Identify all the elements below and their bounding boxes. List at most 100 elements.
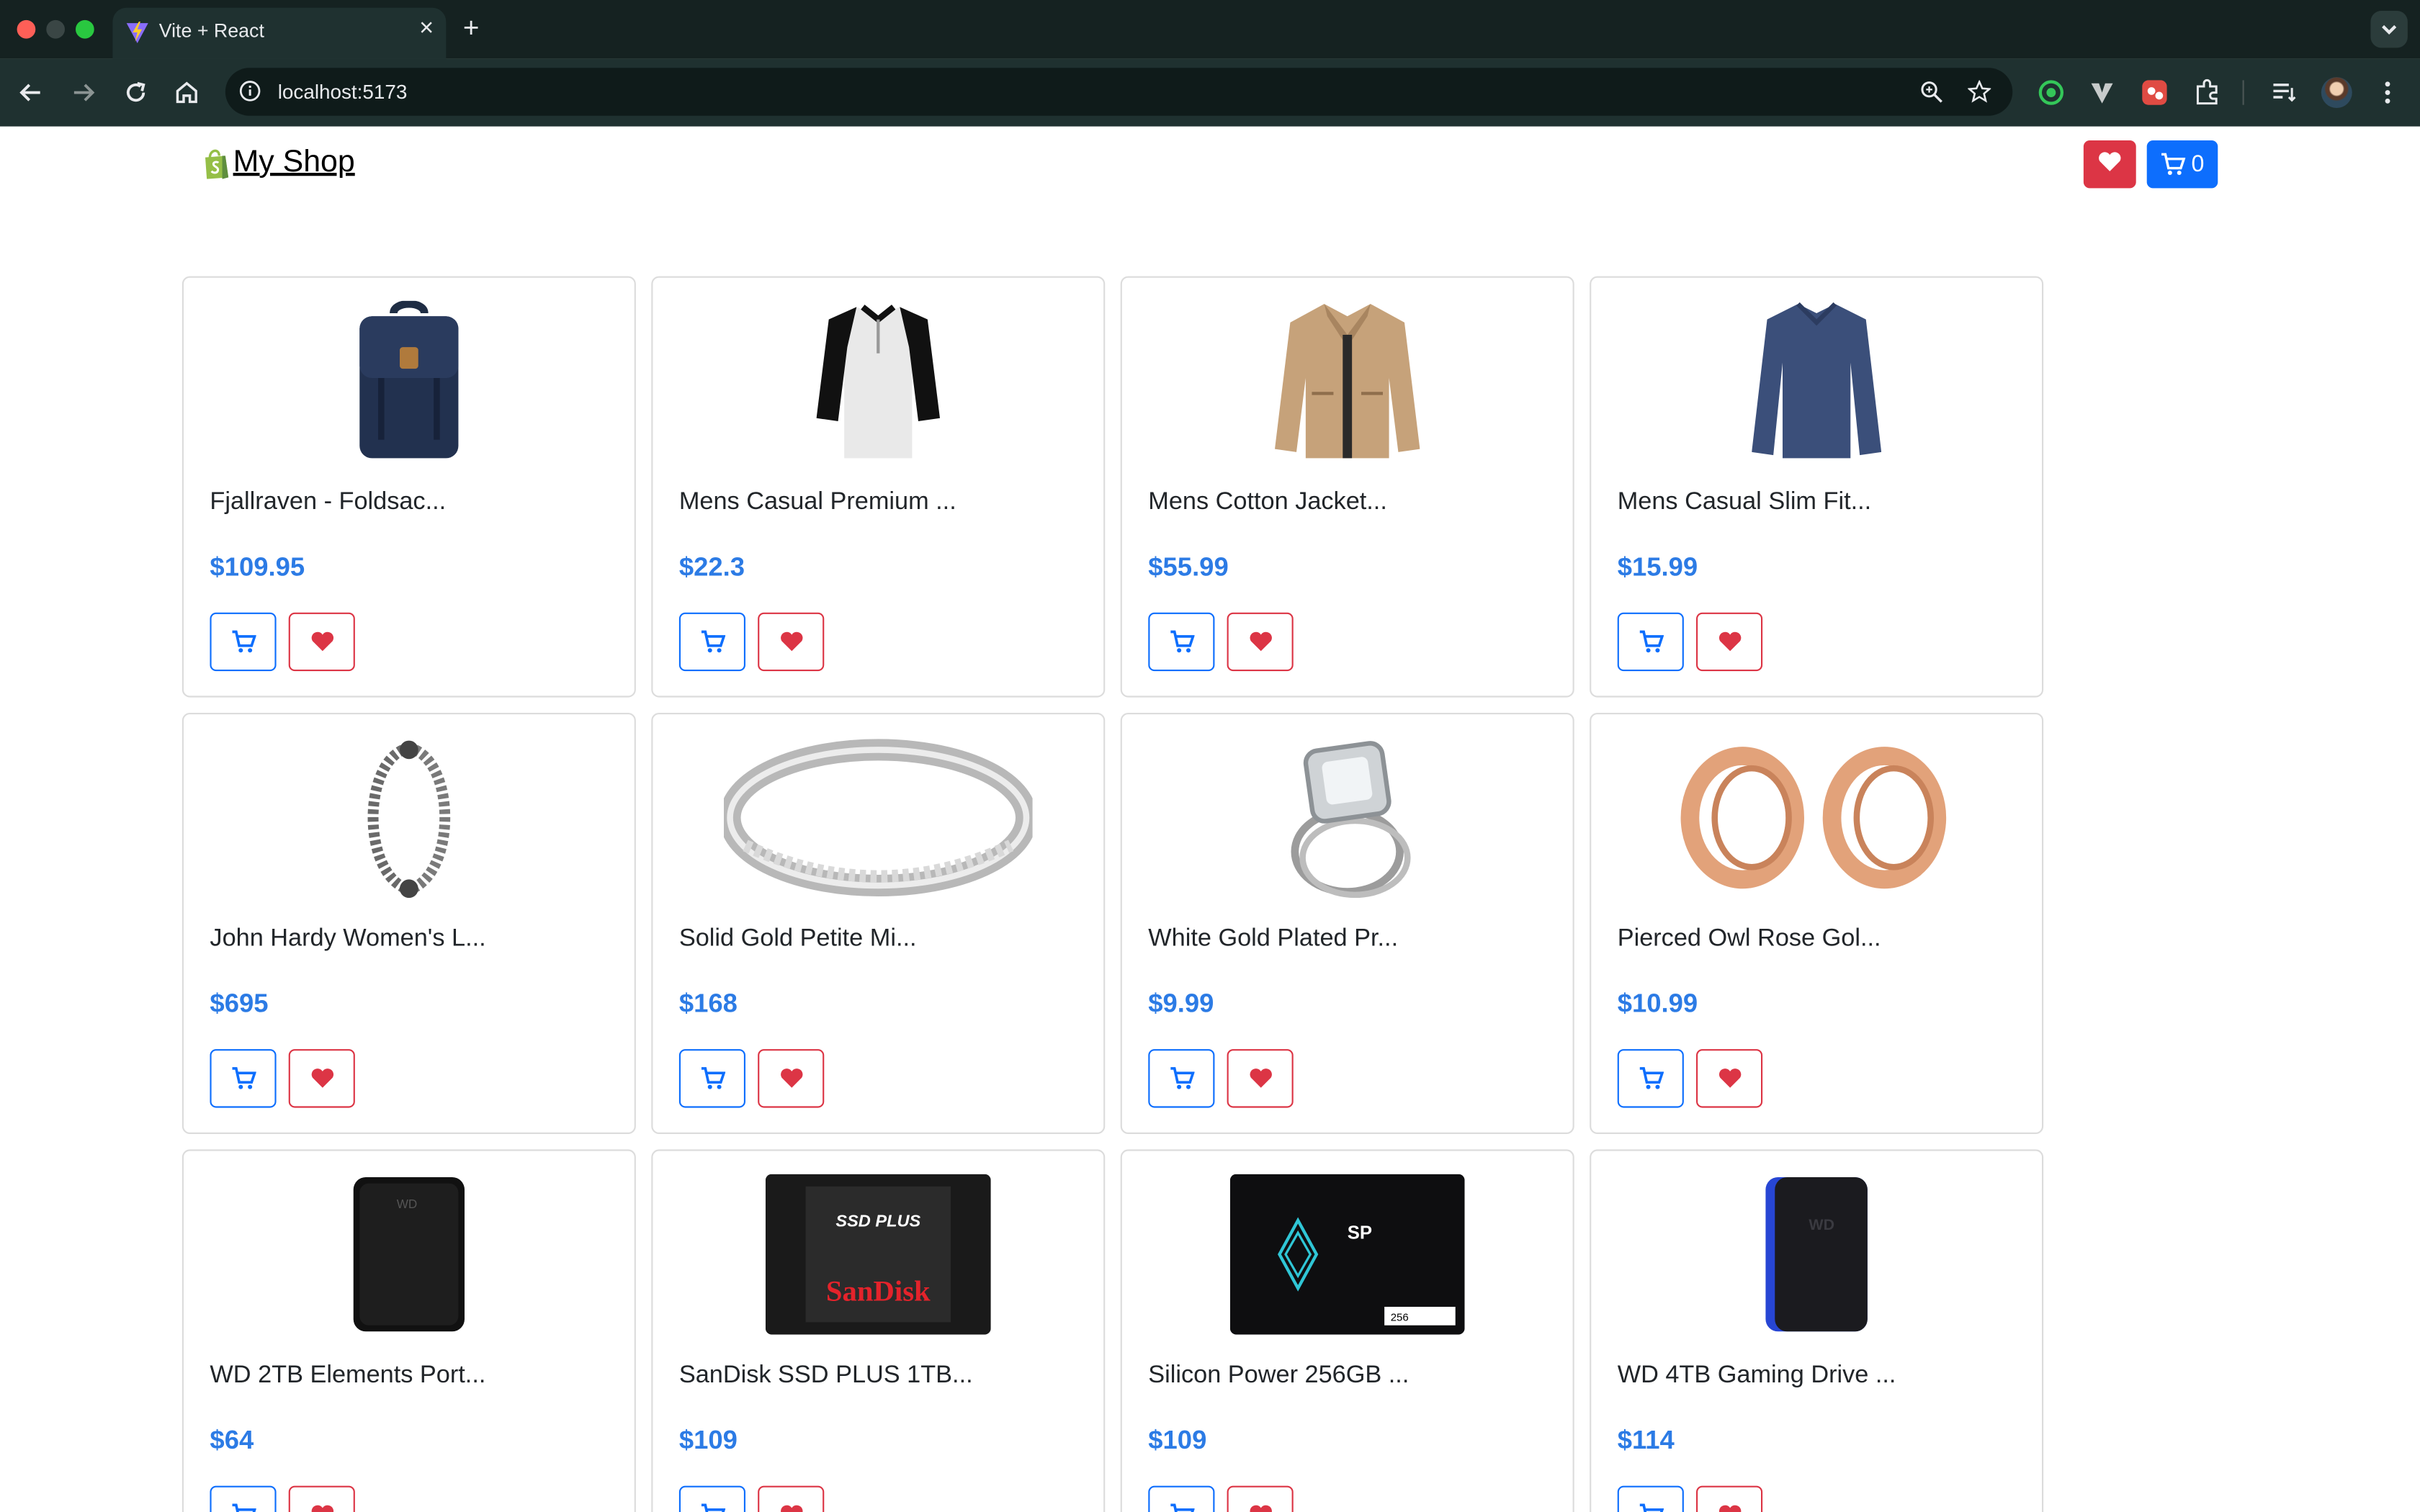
cart-count: 0 <box>2191 151 2205 178</box>
product-card[interactable]: Solid Gold Petite Mi... $168 <box>651 712 1106 1134</box>
product-title[interactable]: Pierced Owl Rose Gol... <box>1618 926 1881 954</box>
product-card[interactable]: White Gold Plated Pr... $9.99 <box>1120 712 1574 1134</box>
product-card[interactable]: Mens Casual Slim Fit... $15.99 <box>1590 276 2044 698</box>
add-to-favorites-button[interactable] <box>288 1049 355 1108</box>
minimize-window-button[interactable] <box>46 19 65 39</box>
product-card[interactable]: Mens Cotton Jacket... $55.99 <box>1120 276 1574 698</box>
product-image[interactable] <box>653 736 1103 899</box>
product-price: $114 <box>1617 1425 1675 1455</box>
product-card[interactable]: SP 256 Silicon Power 256GB ... $109 <box>1120 1149 1574 1512</box>
svg-text:SSD PLUS: SSD PLUS <box>835 1212 920 1230</box>
extensions-puzzle-icon[interactable] <box>2193 78 2221 107</box>
add-to-cart-button[interactable] <box>678 1485 745 1512</box>
cart-icon <box>700 1503 725 1512</box>
favorites-button[interactable] <box>2083 140 2136 189</box>
product-image[interactable] <box>1591 300 2042 463</box>
brand-link[interactable]: My Shop <box>202 145 355 180</box>
home-icon[interactable] <box>170 76 204 109</box>
add-to-favorites-button[interactable] <box>758 612 825 672</box>
back-arrow-icon[interactable] <box>14 76 48 109</box>
reading-list-icon[interactable] <box>2270 78 2298 107</box>
add-to-favorites-button[interactable] <box>288 612 355 672</box>
new-tab-button[interactable]: + <box>463 14 480 42</box>
tab-search-button[interactable] <box>2370 11 2408 48</box>
product-title[interactable]: John Hardy Women's L... <box>210 926 485 954</box>
product-price: $15.99 <box>1617 552 1698 582</box>
product-title[interactable]: WD 2TB Elements Port... <box>210 1362 485 1390</box>
address-bar[interactable]: localhost:5173 <box>225 68 2013 116</box>
add-to-favorites-button[interactable] <box>288 1485 355 1512</box>
product-card[interactable]: Fjallraven - Foldsac... $109.95 <box>182 276 636 698</box>
add-to-favorites-button[interactable] <box>1227 612 1294 672</box>
product-title[interactable]: WD 4TB Gaming Drive ... <box>1618 1362 1896 1390</box>
cart-button[interactable]: 0 <box>2146 140 2218 189</box>
add-to-favorites-button[interactable] <box>1227 1485 1294 1512</box>
url-text[interactable]: localhost:5173 <box>278 80 408 103</box>
forward-arrow-icon[interactable] <box>66 76 100 109</box>
add-to-favorites-button[interactable] <box>1696 1049 1763 1108</box>
add-to-favorites-button[interactable] <box>758 1049 825 1108</box>
extension-v-icon[interactable] <box>2088 78 2116 107</box>
product-card[interactable]: WD WD 4TB Gaming Drive ... $114 <box>1590 1149 2044 1512</box>
add-to-cart-button[interactable] <box>1148 1049 1215 1108</box>
close-window-button[interactable] <box>17 19 36 39</box>
product-title[interactable]: Fjallraven - Foldsac... <box>210 489 446 517</box>
brand-name[interactable]: My Shop <box>233 145 355 180</box>
add-to-favorites-button[interactable] <box>758 1485 825 1512</box>
add-to-cart-button[interactable] <box>1148 612 1215 672</box>
add-to-favorites-button[interactable] <box>1696 612 1763 672</box>
site-info-icon[interactable] <box>239 80 261 102</box>
add-to-cart-button[interactable] <box>210 1485 277 1512</box>
cart-icon <box>1170 630 1194 653</box>
maximize-window-button[interactable] <box>76 19 94 39</box>
heart-icon <box>1249 1505 1271 1512</box>
product-image[interactable] <box>184 300 635 463</box>
heart-icon <box>2099 152 2121 171</box>
reload-icon[interactable] <box>119 76 153 109</box>
extension-red-icon[interactable] <box>2141 78 2169 107</box>
product-title[interactable]: Mens Casual Premium ... <box>679 489 956 517</box>
browser-toolbar: localhost:5173 <box>0 58 2420 127</box>
add-to-cart-button[interactable] <box>678 1049 745 1108</box>
add-to-cart-button[interactable] <box>210 1049 277 1108</box>
product-card[interactable]: Pierced Owl Rose Gol... $10.99 <box>1590 712 2044 1134</box>
product-image[interactable]: WD <box>1591 1173 2042 1336</box>
tab-close-icon[interactable]: × <box>419 16 434 42</box>
browser-tab[interactable]: Vite + React × <box>112 7 447 59</box>
add-to-favorites-button[interactable] <box>1696 1485 1763 1512</box>
product-card[interactable]: SSD PLUS SanDisk SanDisk SSD PLUS 1TB... $1… <box>651 1149 1106 1512</box>
product-image[interactable] <box>1591 736 2042 899</box>
profile-avatar[interactable] <box>2321 77 2352 108</box>
product-image[interactable] <box>1122 736 1573 899</box>
product-image[interactable]: SP 256 <box>1122 1173 1573 1336</box>
product-title[interactable]: White Gold Plated Pr... <box>1148 926 1398 954</box>
product-image[interactable] <box>653 300 1103 463</box>
product-title[interactable]: Mens Casual Slim Fit... <box>1618 489 1871 517</box>
product-title[interactable]: Silicon Power 256GB ... <box>1148 1362 1409 1390</box>
add-to-cart-button[interactable] <box>210 612 277 672</box>
add-to-cart-button[interactable] <box>678 612 745 672</box>
add-to-favorites-button[interactable] <box>1227 1049 1294 1108</box>
product-title[interactable]: SanDisk SSD PLUS 1TB... <box>679 1362 973 1390</box>
cart-icon <box>700 630 725 653</box>
product-image[interactable]: SSD PLUS SanDisk <box>653 1173 1103 1336</box>
product-image[interactable] <box>184 736 635 899</box>
heart-icon <box>780 1505 802 1512</box>
product-title[interactable]: Solid Gold Petite Mi... <box>679 926 917 954</box>
vite-favicon-icon <box>126 22 148 43</box>
kebab-menu-icon[interactable] <box>2374 78 2402 107</box>
add-to-cart-button[interactable] <box>1617 1485 1684 1512</box>
product-title[interactable]: Mens Cotton Jacket... <box>1148 489 1387 517</box>
product-card[interactable]: WD WD 2TB Elements Port... $64 <box>182 1149 636 1512</box>
zoom-icon[interactable] <box>1920 80 1943 103</box>
extension-target-icon[interactable] <box>2038 78 2066 107</box>
product-image[interactable] <box>1122 300 1573 463</box>
product-card[interactable]: John Hardy Women's L... $695 <box>182 712 636 1134</box>
add-to-cart-button[interactable] <box>1148 1485 1215 1512</box>
product-price: $10.99 <box>1617 989 1698 1019</box>
add-to-cart-button[interactable] <box>1617 1049 1684 1108</box>
add-to-cart-button[interactable] <box>1617 612 1684 672</box>
bookmark-star-icon[interactable] <box>1968 80 1991 103</box>
product-image[interactable]: WD <box>184 1173 635 1336</box>
product-card[interactable]: Mens Casual Premium ... $22.3 <box>651 276 1106 698</box>
